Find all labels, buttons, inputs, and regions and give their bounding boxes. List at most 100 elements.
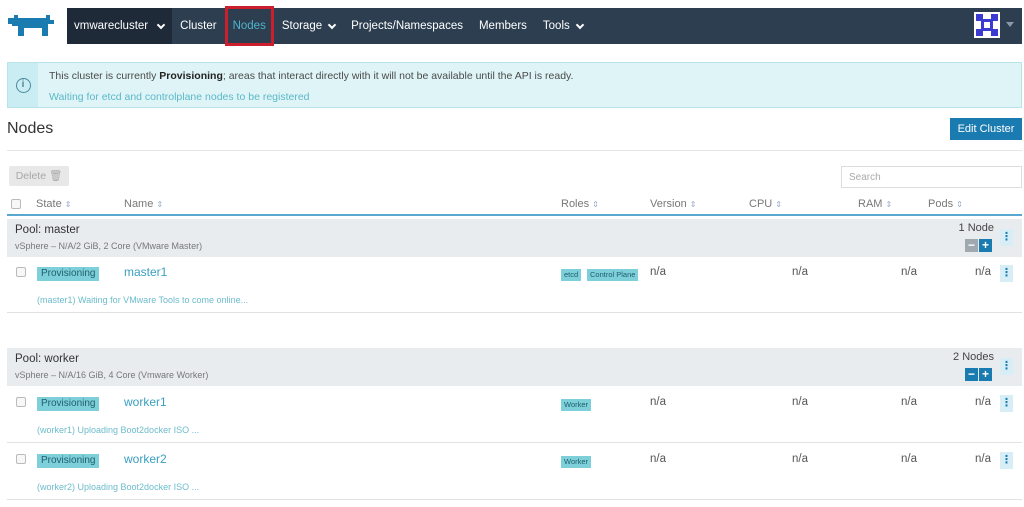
table-row: Provisioning worker2 Worker n/a n/a n/a … [7, 444, 1022, 500]
sort-icon: ⇕ [156, 200, 164, 209]
kebab-menu-icon[interactable]: ⋮ [1000, 358, 1013, 375]
provisioning-banner: i This cluster is currently Provisioning… [7, 62, 1022, 108]
user-avatar[interactable] [974, 12, 1000, 38]
column-label: Roles [561, 198, 590, 210]
column-name[interactable]: Name ⇕ [124, 198, 163, 210]
pool-group-header: Pool: master vSphere – N/A/2 GiB, 2 Core… [7, 219, 1022, 257]
scale-up-button[interactable]: + [979, 368, 992, 381]
ram-cell: n/a [901, 453, 917, 465]
pods-cell: n/a [975, 453, 991, 465]
node-status-message: (master1) Waiting for VMware Tools to co… [37, 295, 249, 305]
scale-down-button[interactable]: − [965, 239, 978, 252]
nav-label: Cluster [180, 20, 217, 32]
scale-down-button[interactable]: − [965, 368, 978, 381]
node-name-link[interactable]: worker1 [124, 395, 167, 409]
table-header: State ⇕ Name ⇕ Roles ⇕ Version ⇕ CPU ⇕ RAM ⇕ P… [7, 194, 1022, 216]
sort-icon: ⇕ [689, 200, 697, 209]
pool-node-count: 1 Node [958, 222, 994, 234]
column-label: Version [650, 198, 687, 210]
column-label: State [36, 198, 62, 210]
sort-icon: ⇕ [64, 200, 72, 209]
delete-label: Delete [15, 170, 47, 182]
column-pods[interactable]: Pods ⇕ [928, 198, 963, 210]
kebab-menu-icon[interactable]: ⋮ [1000, 395, 1013, 412]
version-cell: n/a [650, 453, 666, 465]
delete-button[interactable]: Delete 🗑 [9, 166, 69, 186]
kebab-menu-icon[interactable]: ⋮ [1000, 229, 1013, 246]
pods-cell: n/a [975, 266, 991, 278]
banner-detail: Waiting for etcd and controlplane nodes … [49, 91, 310, 103]
role-badge: Worker [561, 456, 592, 468]
rancher-logo-icon[interactable] [6, 12, 56, 40]
chevron-down-icon [156, 20, 166, 29]
nav-label: Members [478, 20, 527, 32]
pool-group-header: Pool: worker vSphere – N/A/16 GiB, 4 Cor… [7, 348, 1022, 386]
row-checkbox[interactable] [16, 397, 26, 407]
ram-cell: n/a [901, 396, 917, 408]
column-label: RAM [858, 198, 883, 210]
kebab-menu-icon[interactable]: ⋮ [1000, 452, 1013, 469]
banner-icon-area: i [8, 63, 38, 107]
sort-icon: ⇕ [885, 200, 893, 209]
cpu-cell: n/a [792, 396, 808, 408]
nav-tools[interactable]: Tools [535, 8, 591, 44]
column-label: CPU [749, 198, 773, 210]
column-roles[interactable]: Roles ⇕ [561, 198, 599, 210]
node-name-link[interactable]: worker2 [124, 452, 167, 466]
banner-text: ; areas that interact directly with it w… [222, 70, 574, 82]
status-badge: Provisioning [37, 454, 100, 468]
cluster-selector[interactable]: vmwarecluster [67, 8, 173, 44]
column-version[interactable]: Version ⇕ [650, 198, 696, 210]
nav-label: Storage [281, 20, 323, 32]
nav-label: Nodes [232, 20, 266, 32]
column-state[interactable]: State ⇕ [36, 198, 71, 210]
nav-cluster[interactable]: Cluster [172, 8, 224, 44]
status-badge: Provisioning [37, 267, 100, 281]
table-row: Provisioning worker1 Worker n/a n/a n/a … [7, 387, 1022, 443]
ram-cell: n/a [901, 266, 917, 278]
trash-icon: 🗑 [48, 170, 63, 182]
role-badge: etcd [561, 269, 582, 281]
table-row: Provisioning master1 etcd Control Plane … [7, 257, 1022, 313]
nav-members[interactable]: Members [471, 8, 535, 44]
page-title: Nodes [7, 120, 54, 137]
node-name-link[interactable]: master1 [124, 265, 167, 279]
divider [7, 150, 1022, 151]
pool-node-count: 2 Nodes [953, 351, 994, 363]
nav-projects-namespaces[interactable]: Projects/Namespaces [343, 8, 471, 44]
cpu-cell: n/a [792, 453, 808, 465]
banner-text: This cluster is currently [49, 70, 160, 82]
select-all-checkbox[interactable] [11, 199, 21, 209]
search-input[interactable] [841, 166, 1022, 188]
nav-nodes[interactable]: Nodes [224, 6, 274, 46]
version-cell: n/a [650, 266, 666, 278]
pool-subtitle: vSphere – N/A/2 GiB, 2 Core (VMware Mast… [15, 241, 203, 251]
role-badge: Control Plane [587, 269, 639, 281]
row-checkbox[interactable] [16, 267, 26, 277]
version-cell: n/a [650, 396, 666, 408]
chevron-down-icon [327, 20, 337, 29]
nav-label: Tools [542, 20, 570, 32]
pool-title: Pool: worker [15, 353, 79, 365]
cpu-cell: n/a [792, 266, 808, 278]
cluster-name: vmwarecluster [74, 20, 149, 32]
edit-cluster-button[interactable]: Edit Cluster [950, 118, 1022, 140]
column-label: Name [124, 198, 154, 210]
scale-up-button[interactable]: + [979, 239, 992, 252]
column-ram[interactable]: RAM ⇕ [858, 198, 892, 210]
banner-message: This cluster is currently Provisioning; … [49, 70, 573, 82]
column-cpu[interactable]: CPU ⇕ [749, 198, 782, 210]
caret-down-icon[interactable] [1006, 22, 1014, 27]
sort-icon: ⇕ [775, 200, 782, 209]
node-status-message: (worker2) Uploading Boot2docker ISO ... [37, 482, 200, 492]
banner-state: Provisioning [159, 70, 223, 82]
kebab-menu-icon[interactable]: ⋮ [1000, 265, 1013, 282]
column-label: Pods [928, 198, 954, 210]
sort-icon: ⇕ [956, 200, 963, 209]
nav-storage[interactable]: Storage [274, 8, 343, 44]
pool-subtitle: vSphere – N/A/16 GiB, 4 Core (Vmware Wor… [15, 370, 209, 380]
role-badge: Worker [561, 399, 592, 411]
row-checkbox[interactable] [16, 454, 26, 464]
chevron-down-icon [575, 20, 585, 29]
top-bar: vmwarecluster Cluster Nodes Storage Proj… [0, 0, 1024, 52]
